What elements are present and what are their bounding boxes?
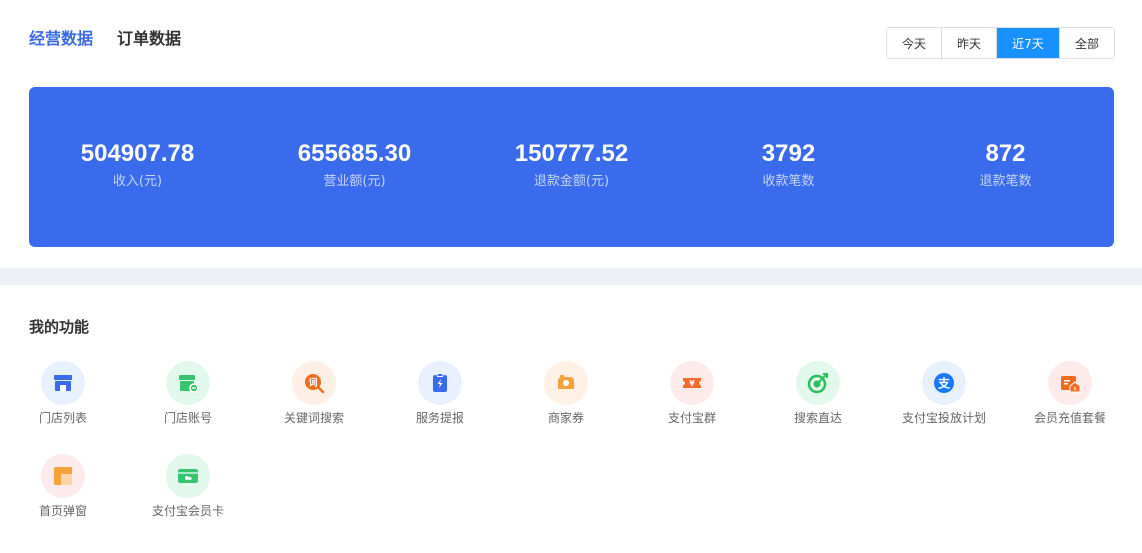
stat-value: 3792 [761,140,816,167]
feature-store-account[interactable]: 门店账号 [125,361,251,426]
feature-label: 商家券 [547,411,584,425]
section-divider [0,268,1142,285]
merchant-coupon-icon [544,361,588,405]
stat-value: 872 [985,140,1026,167]
stat-label: 营业额(元) [323,174,386,189]
feature-store-list[interactable]: 门店列表 [0,361,126,426]
features-title: 我的功能 [29,318,90,336]
tab-order-data[interactable]: 订单数据 [117,28,181,50]
stats-panel: 504907.78 收入(元) 655685.30 营业额(元) 150777.… [29,87,1114,247]
feature-homepage-popup[interactable]: 首页弹窗 [0,454,126,519]
range-today-button[interactable]: 今天 [887,28,942,58]
stat-label: 收款笔数 [762,174,815,189]
stat-refund-count: 872 退款笔数 [897,87,1114,247]
alipay-group-icon: ¥ [670,361,714,405]
feature-alipay-member-card[interactable]: 支付宝会员卡 [125,454,251,519]
stat-label: 收入(元) [112,174,163,189]
stat-value: 655685.30 [297,140,412,167]
feature-label: 支付宝会员卡 [151,504,224,518]
range-yesterday-button[interactable]: 昨天 [942,28,997,58]
dashboard-header: 经营数据 订单数据 今天 昨天 近7天 全部 504907.78 收入(元) 6… [0,0,1142,268]
feature-service-report[interactable]: 服务提报 [377,361,503,426]
homepage-popup-icon [41,454,85,498]
stat-payment-count: 3792 收款笔数 [680,87,897,247]
keyword-search-icon: 词 [292,361,336,405]
tab-business-data[interactable]: 经营数据 [29,28,93,50]
range-all-button[interactable]: 全部 [1060,28,1114,58]
feature-label: 支付宝群 [667,411,716,425]
date-range-selector: 今天 昨天 近7天 全部 [886,27,1115,59]
feature-label: 搜索直达 [793,411,842,425]
stat-label: 退款金额(元) [533,174,610,189]
stat-value: 150777.52 [514,140,629,167]
feature-keyword-search[interactable]: 词 关键词搜索 [251,361,377,426]
svg-text:词: 词 [308,377,317,389]
feature-alipay-ad-plan[interactable]: 支 支付宝投放计划 [881,361,1007,426]
store-icon [41,361,85,405]
feature-label: 会员充值套餐 [1033,411,1106,425]
member-card-icon [166,454,210,498]
feature-alipay-group[interactable]: ¥ 支付宝群 [629,361,755,426]
svg-text:支: 支 [937,376,951,391]
feature-label: 门店列表 [38,411,87,425]
svg-text:¥: ¥ [689,379,695,388]
alipay-logo-icon: 支 [922,361,966,405]
stat-turnover: 655685.30 营业额(元) [246,87,463,247]
store-account-icon [166,361,210,405]
service-report-icon [418,361,462,405]
member-recharge-icon: ¥ [1048,361,1092,405]
svg-text:¥: ¥ [1073,387,1076,393]
feature-search-direct[interactable]: 搜索直达 [755,361,881,426]
feature-label: 服务提报 [415,411,464,425]
stat-refund-amount: 150777.52 退款金额(元) [463,87,680,247]
stat-value: 504907.78 [80,140,195,167]
feature-label: 门店账号 [163,411,212,425]
feature-label: 首页弹窗 [38,504,87,518]
range-last7days-button[interactable]: 近7天 [997,28,1060,58]
stat-income: 504907.78 收入(元) [29,87,246,247]
feature-merchant-coupon[interactable]: 商家券 [503,361,629,426]
search-direct-icon [796,361,840,405]
feature-label: 关键词搜索 [283,411,344,425]
data-tabs: 经营数据 订单数据 [29,28,181,50]
feature-member-recharge[interactable]: ¥ 会员充值套餐 [1007,361,1133,426]
stat-label: 退款笔数 [979,174,1032,189]
feature-label: 支付宝投放计划 [901,411,986,425]
